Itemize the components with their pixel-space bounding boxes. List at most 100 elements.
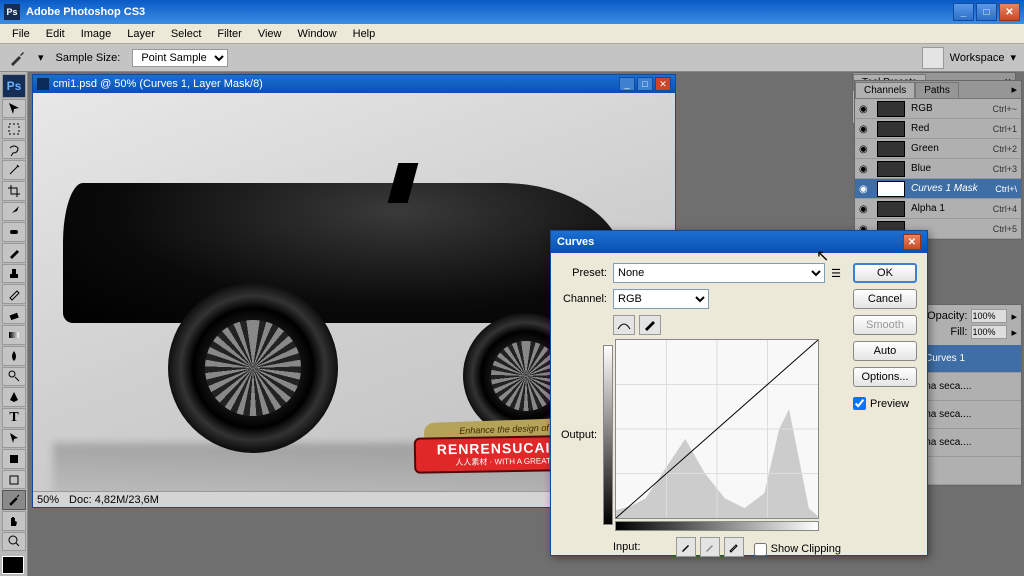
eyedropper-tool[interactable] (2, 490, 26, 510)
eraser-tool[interactable] (2, 305, 26, 325)
channel-row[interactable]: BlueCtrl+3 (855, 159, 1021, 179)
channel-row[interactable]: RedCtrl+1 (855, 119, 1021, 139)
preview-checkbox[interactable] (853, 397, 866, 410)
channel-shortcut: Ctrl+4 (993, 204, 1017, 214)
visibility-icon[interactable] (859, 103, 871, 115)
channel-shortcut: Ctrl+3 (993, 164, 1017, 174)
doc-maximize-button[interactable]: □ (637, 77, 653, 91)
zoom-level[interactable]: 50% (37, 494, 59, 506)
doc-minimize-button[interactable]: _ (619, 77, 635, 91)
shape-tool[interactable] (2, 449, 26, 469)
history-brush-tool[interactable] (2, 284, 26, 304)
channel-select[interactable]: RGB (613, 289, 709, 309)
black-point-eyedropper[interactable] (676, 537, 696, 557)
stamp-tool[interactable] (2, 264, 26, 284)
hand-tool[interactable] (2, 511, 26, 531)
paths-tab[interactable]: Paths (915, 82, 959, 98)
show-clipping-label: Show Clipping (771, 543, 841, 555)
menu-layer[interactable]: Layer (119, 26, 163, 42)
doc-info: Doc: 4,82M/23,6M (69, 494, 159, 506)
visibility-icon[interactable] (859, 163, 871, 175)
channel-row[interactable]: Curves 1 MaskCtrl+\ (855, 179, 1021, 199)
workspace-label[interactable]: Workspace (950, 52, 1005, 64)
menu-window[interactable]: Window (290, 26, 345, 42)
workspace-icon[interactable] (922, 47, 944, 69)
lasso-tool[interactable] (2, 140, 26, 160)
blur-tool[interactable] (2, 346, 26, 366)
visibility-icon[interactable] (859, 143, 871, 155)
channel-name: Green (911, 143, 987, 154)
preset-select[interactable]: None (613, 263, 825, 283)
channel-label: Channel: (561, 293, 607, 305)
curve-point-tool[interactable] (613, 315, 635, 335)
opacity-input[interactable] (971, 309, 1007, 323)
dialog-titlebar[interactable]: Curves ✕ (551, 231, 927, 253)
curves-graph[interactable] (615, 339, 819, 519)
smooth-button[interactable]: Smooth (853, 315, 917, 335)
eyedropper-icon (8, 49, 26, 67)
white-point-eyedropper[interactable] (724, 537, 744, 557)
wand-tool[interactable] (2, 160, 26, 180)
type-tool[interactable]: T (2, 408, 26, 428)
brush-tool[interactable] (2, 243, 26, 263)
maximize-button[interactable]: □ (976, 3, 997, 21)
pen-tool[interactable] (2, 387, 26, 407)
channels-tab[interactable]: Channels (855, 82, 915, 98)
cursor-icon: ↖ (816, 246, 829, 266)
foreground-color[interactable] (2, 556, 24, 574)
dialog-close-button[interactable]: ✕ (903, 234, 921, 250)
channel-thumbnail (877, 141, 905, 157)
close-button[interactable]: ✕ (999, 3, 1020, 21)
preview-label: Preview (870, 398, 909, 410)
auto-button[interactable]: Auto (853, 341, 917, 361)
curves-dialog: Curves ✕ Preset: None ☰ Channel: RGB Out… (550, 230, 928, 556)
slice-tool[interactable] (2, 202, 26, 222)
channel-row[interactable]: RGBCtrl+~ (855, 99, 1021, 119)
channel-row[interactable]: Alpha 1Ctrl+4 (855, 199, 1021, 219)
options-button[interactable]: Options... (853, 367, 917, 387)
menu-file[interactable]: File (4, 26, 38, 42)
ok-button[interactable]: OK (853, 263, 917, 283)
doc-close-button[interactable]: ✕ (655, 77, 671, 91)
move-tool[interactable] (2, 99, 26, 119)
channels-panel: Channels Paths ▸ RGBCtrl+~RedCtrl+1Green… (854, 80, 1022, 240)
curve-pencil-tool[interactable] (639, 315, 661, 335)
menu-help[interactable]: Help (345, 26, 384, 42)
channel-thumbnail (877, 101, 905, 117)
sample-size-select[interactable]: Point Sample (132, 49, 228, 67)
menu-image[interactable]: Image (73, 26, 120, 42)
path-select-tool[interactable] (2, 429, 26, 449)
dodge-tool[interactable] (2, 367, 26, 387)
menu-view[interactable]: View (250, 26, 290, 42)
minimize-button[interactable]: _ (953, 3, 974, 21)
show-clipping-checkbox[interactable] (754, 543, 767, 556)
visibility-icon[interactable] (859, 123, 871, 135)
visibility-icon[interactable] (859, 183, 871, 195)
chevron-down-icon[interactable]: ▾ (1010, 51, 1016, 64)
gray-point-eyedropper[interactable] (700, 537, 720, 557)
menu-select[interactable]: Select (163, 26, 210, 42)
visibility-icon[interactable] (859, 203, 871, 215)
notes-tool[interactable] (2, 470, 26, 490)
channel-row[interactable]: GreenCtrl+2 (855, 139, 1021, 159)
menu-edit[interactable]: Edit (38, 26, 73, 42)
chevron-down-icon[interactable]: ▸ (1011, 326, 1017, 339)
panel-menu-icon[interactable]: ▸ (1011, 83, 1017, 96)
app-icon: Ps (4, 4, 20, 20)
chevron-down-icon[interactable]: ▸ (1011, 310, 1017, 323)
layer-name: Curves 1 (925, 353, 1017, 364)
crop-tool[interactable] (2, 181, 26, 201)
dialog-title: Curves (557, 236, 903, 248)
cancel-button[interactable]: Cancel (853, 289, 917, 309)
preset-menu-icon[interactable]: ☰ (831, 267, 841, 280)
zoom-tool[interactable] (2, 532, 26, 552)
chevron-down-icon[interactable]: ▾ (38, 51, 44, 64)
gradient-tool[interactable] (2, 325, 26, 345)
fill-label: Fill: (950, 326, 967, 338)
marquee-tool[interactable] (2, 119, 26, 139)
channel-name: Red (911, 123, 987, 134)
menu-filter[interactable]: Filter (209, 26, 249, 42)
heal-tool[interactable] (2, 222, 26, 242)
fill-input[interactable] (971, 325, 1007, 339)
channel-thumbnail (877, 201, 905, 217)
